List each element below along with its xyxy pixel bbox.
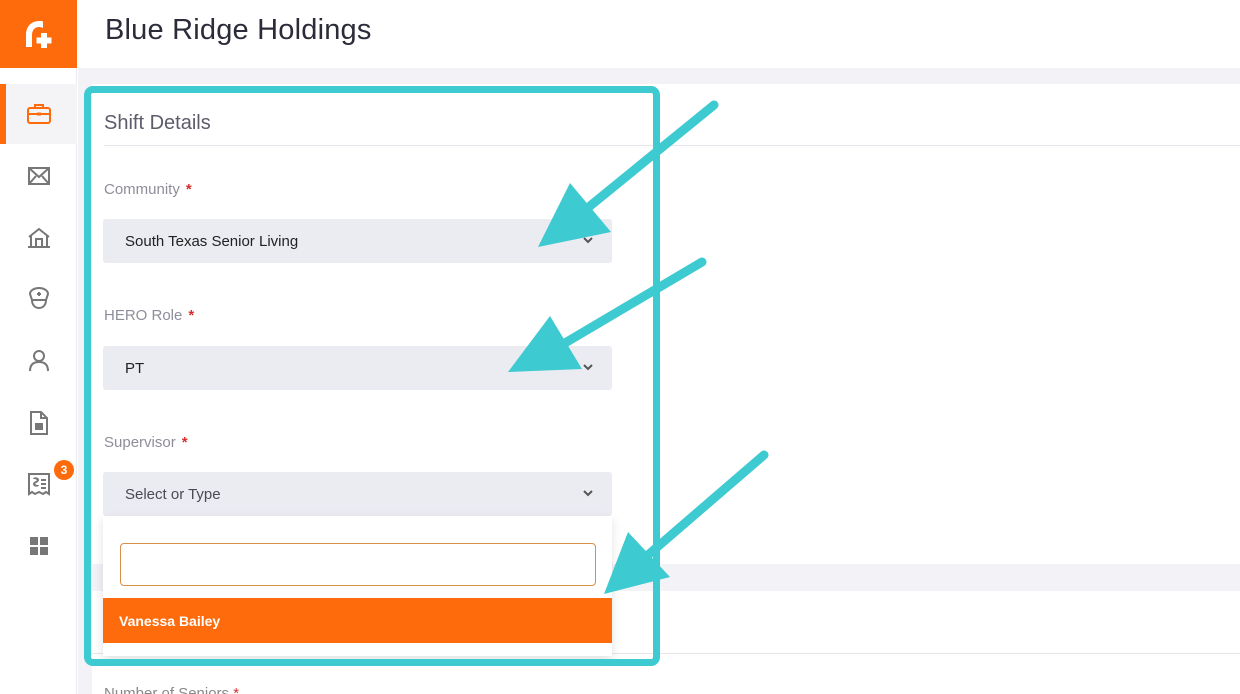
user-icon xyxy=(28,350,49,372)
section-divider xyxy=(104,145,1240,146)
app-logo[interactable] xyxy=(0,0,77,68)
supervisor-dropdown: Vanessa Bailey xyxy=(103,516,612,656)
chevron-down-icon xyxy=(583,490,593,497)
community-value: South Texas Senior Living xyxy=(125,232,299,250)
sidebar-item-jobs[interactable] xyxy=(0,84,77,144)
number-of-seniors-label: Number of Seniors * xyxy=(104,685,240,694)
supervisor-select[interactable]: Select or Type xyxy=(103,472,612,516)
receipt-icon xyxy=(27,473,50,496)
home-icon xyxy=(27,227,50,248)
supervisor-label: Supervisor * xyxy=(104,434,188,451)
chevron-down-icon xyxy=(583,237,593,244)
chevron-down-icon xyxy=(583,364,593,371)
page-title: Blue Ridge Holdings xyxy=(105,14,372,46)
hero-role-value: PT xyxy=(125,359,145,377)
grid-icon xyxy=(29,537,48,555)
sidebar-item-communities[interactable] xyxy=(0,208,77,268)
nurse-cap-icon xyxy=(28,286,49,310)
community-select[interactable]: South Texas Senior Living xyxy=(103,219,612,263)
mail-icon xyxy=(27,167,50,185)
hero-role-select[interactable]: PT xyxy=(103,346,612,390)
community-label: Community * xyxy=(104,181,192,198)
sidebar-item-profile[interactable] xyxy=(0,330,77,390)
document-icon xyxy=(29,411,48,435)
notification-badge: 3 xyxy=(54,460,74,480)
sidebar-item-documents[interactable] xyxy=(0,393,77,453)
sidebar-item-invoices[interactable]: 3 xyxy=(0,454,77,514)
dropdown-option[interactable]: Vanessa Bailey xyxy=(103,598,612,643)
hero-role-label: HERO Role * xyxy=(104,307,195,324)
plus-a-logo-icon xyxy=(25,21,51,48)
sidebar-item-messages[interactable] xyxy=(0,146,77,206)
top-bar: Blue Ridge Holdings xyxy=(77,0,1240,68)
sidebar: 3 xyxy=(0,68,77,694)
supervisor-placeholder: Select or Type xyxy=(125,485,221,503)
supervisor-search-input[interactable] xyxy=(120,543,596,586)
briefcase-icon xyxy=(26,104,51,124)
sidebar-item-heroes[interactable] xyxy=(0,268,77,328)
section-title: Shift Details xyxy=(104,112,211,134)
sidebar-item-dashboard[interactable] xyxy=(0,516,77,576)
